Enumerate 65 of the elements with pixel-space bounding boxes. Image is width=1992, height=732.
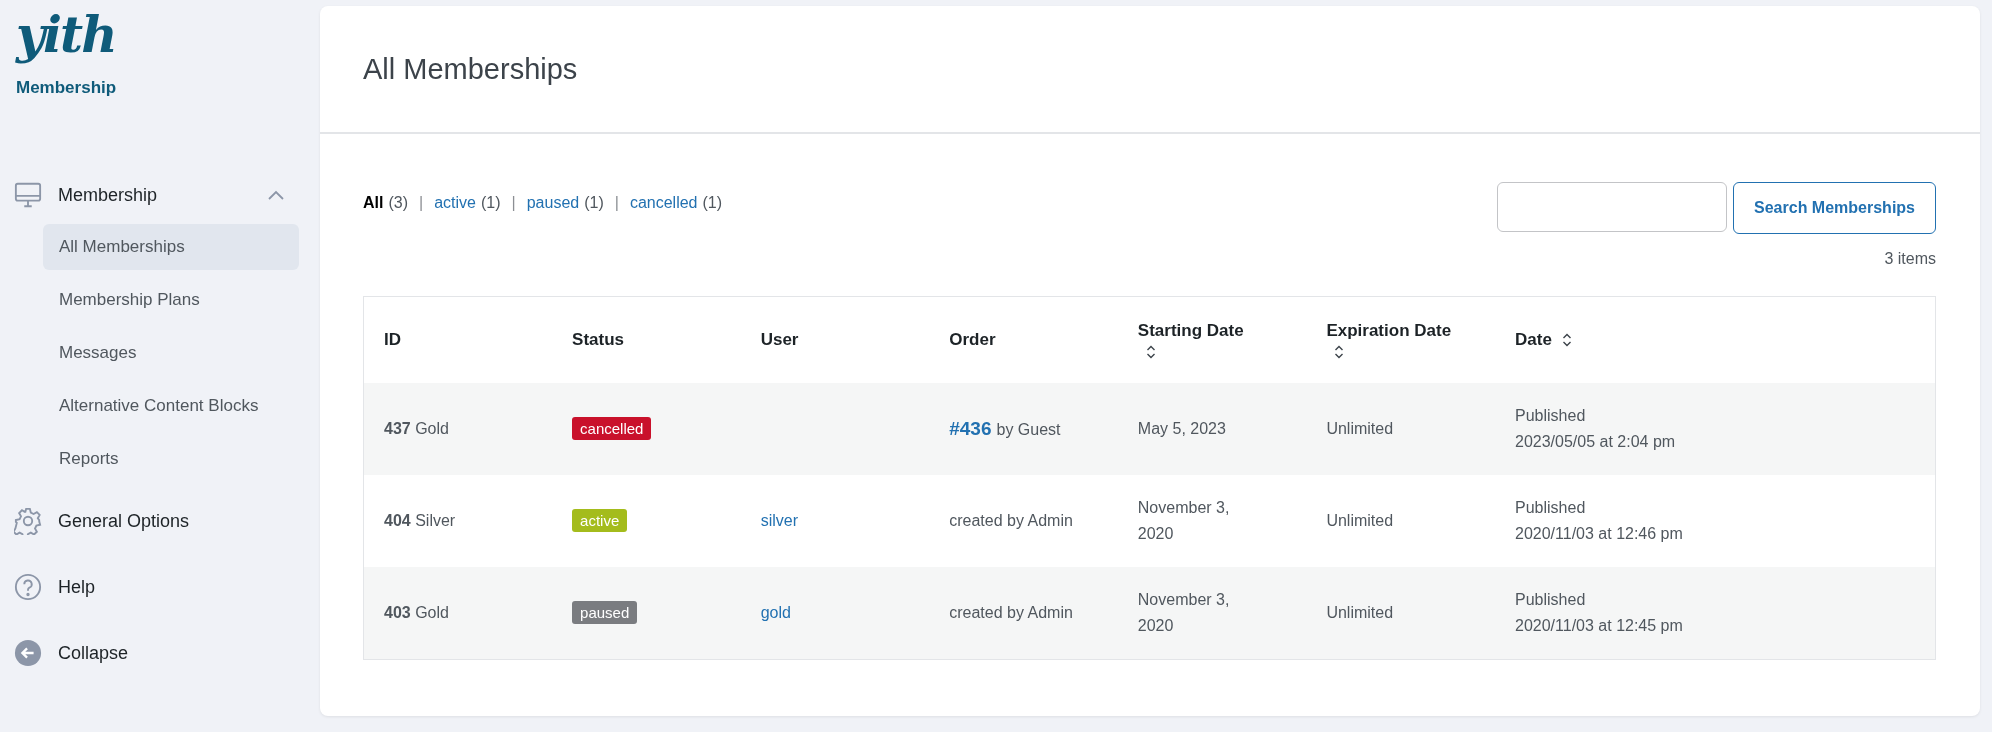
page-title: All Memberships <box>363 52 578 86</box>
column-header[interactable]: Starting Date <box>1137 321 1244 341</box>
column-header: Status <box>572 330 625 350</box>
order-link[interactable]: #436 <box>949 417 992 439</box>
sort-icon[interactable] <box>1561 333 1572 347</box>
id-cell: 403 Gold <box>384 604 449 621</box>
column-header[interactable]: Expiration Date <box>1326 321 1452 341</box>
publish-status: Published <box>1515 498 1587 518</box>
column-header: User <box>760 330 799 350</box>
submenu-item[interactable]: Alternative Content Blocks <box>43 383 299 429</box>
expiration-cell: Unlimited <box>1326 420 1394 437</box>
order-text: created by Admin <box>949 512 1073 529</box>
submenu-item[interactable]: Membership Plans <box>43 277 299 323</box>
publish-date: 2020/11/03 at 12:46 pm <box>1515 524 1684 544</box>
filter-count: (1) <box>480 194 501 212</box>
column-header: ID <box>384 330 401 350</box>
filter-count: (1) <box>702 194 723 212</box>
search-field[interactable] <box>1497 182 1728 232</box>
filter-link[interactable]: paused <box>526 194 580 212</box>
filter-link[interactable]: active <box>434 194 476 212</box>
menu-item[interactable]: Collapse <box>58 642 129 664</box>
start-date: November 3, 2020 <box>1137 590 1231 636</box>
separator: | <box>614 194 619 212</box>
sort-icon[interactable] <box>1334 345 1345 359</box>
publish-status: Published <box>1515 590 1587 610</box>
separator: | <box>419 194 424 212</box>
filter-link[interactable]: All <box>363 194 384 212</box>
column-header: Order <box>949 330 996 350</box>
start-date: November 3, 2020 <box>1137 498 1231 544</box>
order-text: by Guest <box>996 420 1061 438</box>
expiration-cell: Unlimited <box>1326 604 1394 621</box>
status-badge: active <box>572 509 628 532</box>
collapse-icon[interactable] <box>14 639 42 667</box>
filter-count: (3) <box>388 194 408 212</box>
logo-text: yith <box>16 4 117 66</box>
id-cell: 437 Gold <box>384 420 449 437</box>
user-link[interactable]: gold <box>760 604 791 621</box>
publish-date: 2023/05/05 at 2:04 pm <box>1515 432 1677 452</box>
status-badge: cancelled <box>572 417 652 440</box>
filter-count: (1) <box>584 194 604 212</box>
id-cell: 404 Silver <box>384 512 456 529</box>
menu-item[interactable]: Membership <box>58 184 158 206</box>
submenu-item[interactable]: Messages <box>43 330 299 376</box>
publish-date: 2020/11/03 at 12:45 pm <box>1515 616 1684 636</box>
submenu-item[interactable]: Reports <box>43 436 299 482</box>
user-link[interactable]: silver <box>760 512 798 529</box>
filter-link[interactable]: cancelled <box>629 194 698 212</box>
settings-icon <box>14 507 42 535</box>
publish-status: Published <box>1515 406 1587 426</box>
separator: | <box>511 194 516 212</box>
chevron-icon[interactable] <box>268 190 284 200</box>
start-date: May 5, 2023 <box>1137 419 1226 439</box>
help-icon <box>14 573 42 601</box>
column-header[interactable]: Date <box>1515 330 1552 350</box>
order-text: created by Admin <box>949 604 1073 621</box>
submenu-item[interactable]: All Memberships <box>43 224 299 270</box>
monitor-icon <box>14 181 42 209</box>
menu-item[interactable]: Help <box>58 576 96 598</box>
sort-icon[interactable] <box>1145 345 1156 359</box>
menu-item[interactable]: General Options <box>58 510 190 532</box>
expiration-cell: Unlimited <box>1326 512 1394 529</box>
item-count: 3 items <box>1883 250 1936 268</box>
search-button[interactable]: Search Memberships <box>1733 182 1936 234</box>
status-badge: paused <box>572 601 638 624</box>
product-name: Membership <box>16 78 118 98</box>
